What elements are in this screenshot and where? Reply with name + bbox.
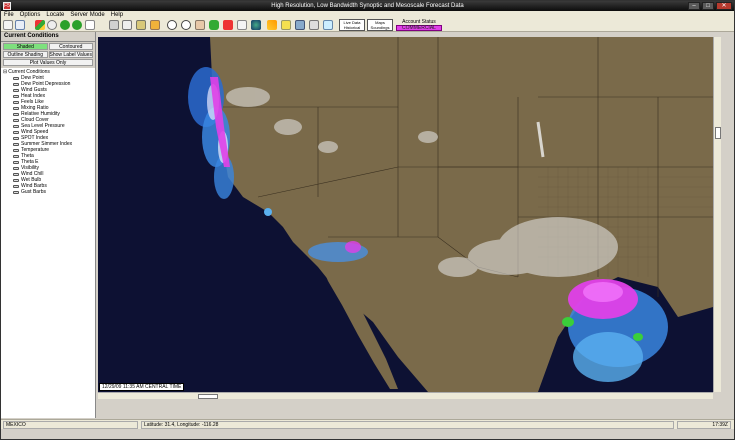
zoom-out-icon[interactable] [181, 20, 191, 30]
arrow-icon [13, 88, 19, 92]
maps-soundings-toggle[interactable]: Maps Soundings [367, 19, 393, 31]
arrow-icon [13, 136, 19, 140]
arrow-icon [13, 148, 19, 152]
outline-shading-toggle[interactable]: Outline Shading [3, 51, 48, 58]
maximize-button[interactable]: □ [702, 2, 714, 10]
arrow-icon [13, 184, 19, 188]
menu-server-mode[interactable]: Server Mode [70, 12, 104, 18]
save-icon[interactable] [136, 20, 146, 30]
animate-icon[interactable] [323, 20, 333, 30]
arrow-icon [13, 124, 19, 128]
copy-icon[interactable] [122, 20, 132, 30]
arrow-icon [13, 178, 19, 182]
new-icon[interactable] [3, 20, 13, 30]
arrow-icon [13, 76, 19, 80]
toolbar: Live Data Historical Maps Soundings Acco… [1, 19, 734, 32]
map-canvas[interactable] [98, 37, 713, 392]
layers-icon[interactable] [295, 20, 305, 30]
shaded-toggle[interactable]: Shaded [3, 43, 48, 50]
left-panel: Current Conditions Shaded Contoured Outl… [1, 32, 96, 418]
arrow-icon [13, 142, 19, 146]
status-latlon: Latitude: 31.4, Longitude: -116.28 [141, 421, 674, 429]
minimize-button[interactable]: – [688, 2, 700, 10]
panel-header: Current Conditions [1, 32, 95, 42]
globe-icon[interactable] [251, 20, 261, 30]
window-title: High Resolution, Low Bandwidth Synoptic … [271, 3, 464, 9]
arrow-icon [13, 82, 19, 86]
account-status: Account Status COMMERCIAL [396, 19, 442, 31]
marker-icon[interactable] [223, 20, 233, 30]
tree-item[interactable]: Gust Barbs [3, 189, 93, 195]
cursor-icon[interactable] [237, 20, 247, 30]
vertical-scroll-thumb[interactable] [715, 127, 721, 139]
menu-file[interactable]: File [4, 12, 14, 18]
menu-options[interactable]: Options [20, 12, 41, 18]
arrow-icon [13, 112, 19, 116]
menu-help[interactable]: Help [111, 12, 123, 18]
collapse-icon[interactable]: ⊟ [3, 69, 7, 75]
back-arrow-icon[interactable] [60, 20, 70, 30]
arrow-icon [13, 100, 19, 104]
print-icon[interactable] [109, 20, 119, 30]
horizontal-scroll-thumb[interactable] [198, 394, 218, 399]
contoured-toggle[interactable]: Contoured [48, 43, 93, 50]
forward-arrow-icon[interactable] [72, 20, 82, 30]
vertical-scrollbar[interactable] [713, 37, 721, 392]
folder-icon[interactable] [150, 20, 160, 30]
live-historical-toggle[interactable]: Live Data Historical [339, 19, 365, 31]
zoom-in-icon[interactable] [167, 20, 177, 30]
arrow-icon [13, 166, 19, 170]
title-bar[interactable]: F5 High Resolution, Low Bandwidth Synopt… [1, 1, 734, 11]
arrow-icon [13, 160, 19, 164]
app-window: F5 High Resolution, Low Bandwidth Synopt… [0, 0, 735, 440]
status-time: 17:39Z [677, 421, 731, 429]
show-label-values-toggle[interactable]: Show Label Values [48, 51, 93, 58]
arrow-icon [13, 130, 19, 134]
menu-bar: File Options Locate Server Mode Help [1, 11, 734, 19]
horizontal-scrollbar[interactable] [98, 392, 713, 399]
display-options: Shaded Contoured Outline Shading Show La… [1, 42, 95, 68]
close-button[interactable]: ✕ [716, 2, 732, 10]
color-table-icon[interactable] [35, 20, 45, 30]
status-bar: MEXICO Latitude: 31.4, Longitude: -116.2… [1, 419, 734, 429]
map-timestamp: 12/29/09 11:35 AM CENTRAL TIME [99, 383, 185, 391]
pan-hand-icon[interactable] [195, 20, 205, 30]
recenter-icon[interactable] [209, 20, 219, 30]
pencil-icon[interactable] [267, 20, 277, 30]
menu-locate[interactable]: Locate [46, 12, 64, 18]
arrow-icon [13, 172, 19, 176]
arrow-icon [13, 106, 19, 110]
account-status-badge: COMMERCIAL [396, 25, 442, 31]
status-region: MEXICO [3, 421, 138, 429]
open-icon[interactable] [15, 20, 25, 30]
refresh-icon[interactable] [85, 20, 95, 30]
arrow-icon [13, 94, 19, 98]
calculator-icon[interactable] [309, 20, 319, 30]
arrow-icon [13, 154, 19, 158]
arrow-icon [13, 118, 19, 122]
weather-map[interactable] [98, 37, 713, 392]
stop-icon[interactable] [47, 20, 57, 30]
parameter-tree: ⊟ Current Conditions Dew Point Dew Point… [1, 68, 95, 196]
plot-values-only-toggle[interactable]: Plot Values Only [3, 59, 93, 66]
arrow-icon [13, 190, 19, 194]
note-icon[interactable] [281, 20, 291, 30]
